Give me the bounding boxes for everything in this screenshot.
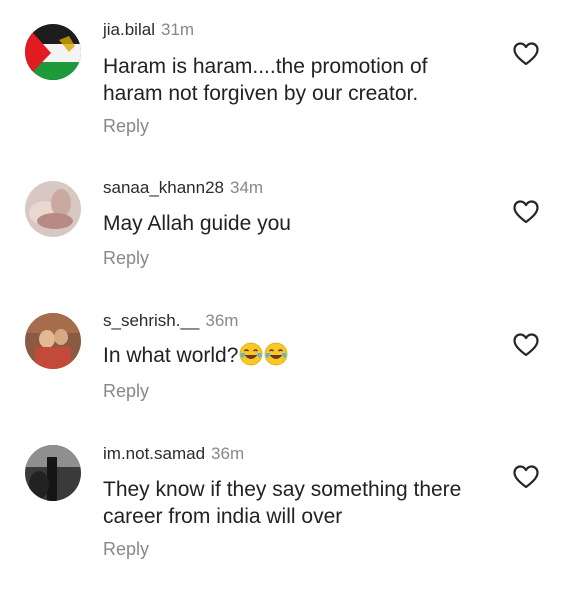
avatar[interactable] (25, 445, 81, 501)
username[interactable]: sanaa_khann28 (103, 178, 224, 197)
comment-text-line: In what world? (103, 342, 503, 369)
comment-text: They know if they say something there ca… (103, 476, 503, 530)
comment-text: In what world? (103, 342, 503, 369)
comment-text-content: In what world? (103, 344, 239, 367)
reply-button[interactable]: Reply (103, 248, 149, 269)
comment-text: May Allah guide you (103, 210, 503, 237)
timestamp: 36m (211, 444, 245, 463)
timestamp: 36m (205, 311, 239, 330)
comment-text-line: career from india will over (103, 505, 343, 528)
heart-icon[interactable] (513, 200, 539, 224)
username[interactable]: s_sehrish.__ (103, 311, 199, 330)
avatar[interactable] (25, 313, 81, 369)
reply-button[interactable]: Reply (103, 116, 149, 137)
comment-text-line: haram not forgiven by our creator. (103, 82, 419, 105)
heart-icon[interactable] (513, 333, 539, 357)
timestamp: 31m (160, 20, 195, 39)
comment-text-line: Haram is haram....the promotion of (103, 55, 428, 78)
face-with-tears-of-joy-icon (239, 342, 263, 366)
comment-text: Haram is haram....the promotion of haram… (103, 53, 503, 107)
reply-button[interactable]: Reply (103, 381, 149, 402)
heart-icon[interactable] (513, 465, 539, 489)
comment-text-line: May Allah guide you (103, 212, 291, 235)
reply-button[interactable]: Reply (103, 539, 149, 560)
username[interactable]: im.not.samad (103, 444, 205, 463)
comment-text-line: They know if they say something there (103, 478, 462, 501)
avatar[interactable] (25, 181, 81, 237)
face-with-tears-of-joy-icon (264, 342, 288, 366)
heart-icon[interactable] (513, 42, 539, 66)
avatar[interactable] (25, 24, 81, 80)
username[interactable]: jia.bilal (103, 20, 155, 39)
timestamp: 34m (230, 178, 264, 197)
